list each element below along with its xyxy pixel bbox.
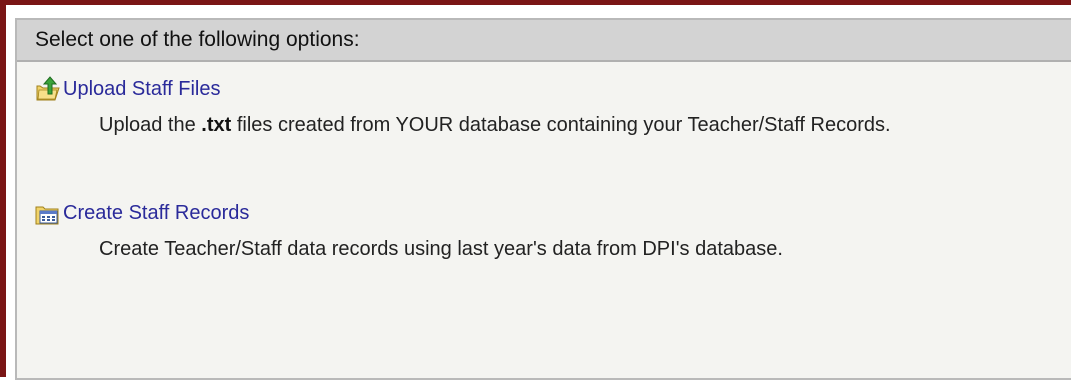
calendar-folder-icon[interactable] xyxy=(35,200,61,226)
upload-staff-files-link[interactable]: Upload Staff Files xyxy=(63,78,221,101)
option-link-row: Create Staff Records xyxy=(17,198,1071,228)
desc-suffix: files created from YOUR database contain… xyxy=(231,114,891,136)
option-upload-staff-files: Upload Staff Files Upload the .txt files… xyxy=(17,74,1071,140)
option-link-row: Upload Staff Files xyxy=(17,74,1071,104)
option-description: Create Teacher/Staff data records using … xyxy=(99,238,783,260)
panel-header: Select one of the following options: xyxy=(17,20,1071,62)
options-panel: Select one of the following options: Upl… xyxy=(15,18,1071,380)
upload-folder-icon[interactable] xyxy=(35,76,61,102)
desc-prefix: Upload the xyxy=(99,114,202,136)
desc-bold-extension: .txt xyxy=(201,114,232,136)
option-description: Upload the .txt files created from YOUR … xyxy=(17,110,1071,140)
window-frame: Select one of the following options: Upl… xyxy=(0,0,1071,380)
create-staff-records-link[interactable]: Create Staff Records xyxy=(63,202,249,225)
option-create-staff-records: Create Staff Records Create Teacher/Staf… xyxy=(17,198,1071,264)
panel-header-title: Select one of the following options: xyxy=(35,28,360,51)
